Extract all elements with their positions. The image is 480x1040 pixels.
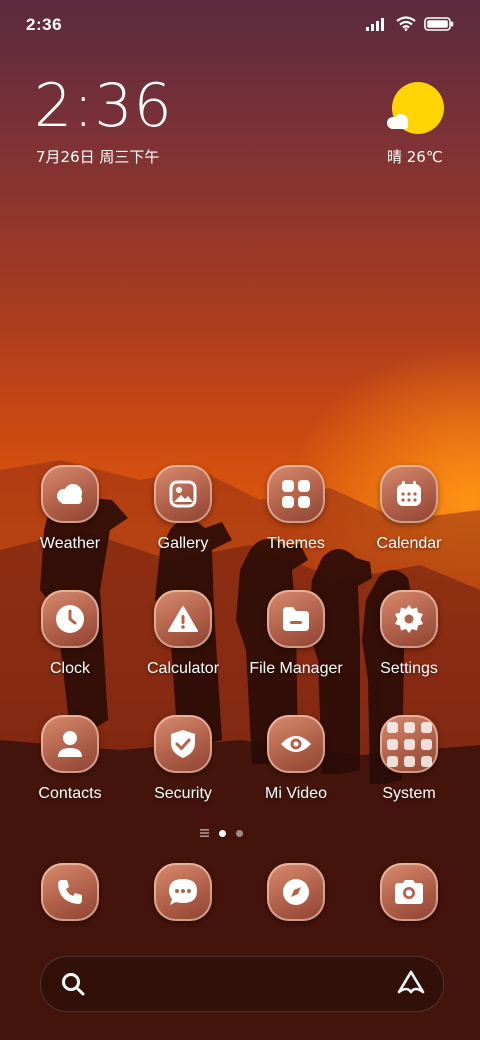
app-label: Calendar [376,535,442,552]
warning-icon [168,606,198,632]
calendar-icon [397,481,421,506]
status-icons [366,16,454,31]
app-weather-tile[interactable] [41,465,99,523]
page-dot-active [219,829,226,837]
app-weather[interactable]: Weather [15,465,125,553]
person-icon [58,731,82,757]
app-security[interactable]: Security [128,715,238,803]
camera-icon [395,880,423,904]
clock-widget-time[interactable]: 2:36 [34,76,173,136]
page-dot [236,829,243,837]
app-settings[interactable]: Settings [354,590,464,678]
folder-grid-icon [386,721,432,767]
image-icon [169,480,197,508]
status-bar: 2:36 [0,0,480,50]
compass-icon [283,879,309,905]
status-time: 2:36 [26,15,63,34]
dock-browser[interactable] [241,863,351,921]
cloud-icon [387,114,408,129]
app-contacts[interactable]: Contacts [15,715,125,803]
wifi-icon [396,16,416,31]
app-mi-video-tile[interactable] [267,715,325,773]
app-calendar[interactable]: Calendar [354,465,464,553]
app-label: Mi Video [265,785,327,802]
app-system-folder[interactable]: System [354,715,464,803]
app-system-folder-tile[interactable] [380,715,438,773]
app-label: File Manager [249,660,343,677]
assistant-icon[interactable] [397,970,425,996]
app-clock-tile[interactable] [41,590,99,648]
dock-phone-tile[interactable] [41,863,99,921]
app-themes[interactable]: Themes [241,465,351,553]
battery-icon [424,16,454,31]
app-label: Gallery [157,535,209,552]
dock-messages-tile[interactable] [154,863,212,921]
clock-icon [56,605,84,633]
app-label: System [382,785,436,802]
app-file-manager[interactable]: File Manager [241,590,351,678]
phone-icon [58,880,82,904]
dock-phone[interactable] [15,863,125,921]
app-calculator-tile[interactable] [154,590,212,648]
search-icon[interactable] [61,972,85,996]
grid-icon [282,480,310,508]
cloud-icon [57,484,82,504]
app-file-manager-tile[interactable] [267,590,325,648]
app-security-tile[interactable] [154,715,212,773]
signal-icon [366,17,384,31]
message-icon [169,879,197,905]
app-clock[interactable]: Clock [15,590,125,678]
app-themes-tile[interactable] [267,465,325,523]
search-bar[interactable] [40,956,444,1012]
app-label: Weather [39,535,101,552]
dock-camera-tile[interactable] [380,863,438,921]
shield-check-icon [171,730,195,758]
app-calendar-tile[interactable] [380,465,438,523]
app-contacts-tile[interactable] [41,715,99,773]
dock-messages[interactable] [128,863,238,921]
weather-text: 晴 26℃ [387,148,443,166]
eye-icon [281,736,311,752]
app-gallery-tile[interactable] [154,465,212,523]
app-label: Settings [380,660,438,677]
app-gallery[interactable]: Gallery [128,465,238,553]
weather-widget[interactable]: 晴 26℃ [384,82,450,172]
folder-icon [283,607,309,631]
app-label: Clock [49,660,90,677]
menu-lines-icon [200,829,209,837]
app-calculator[interactable]: Calculator [128,590,238,678]
app-label: Contacts [38,785,102,802]
page-indicator[interactable] [200,829,243,837]
app-label: Calculator [146,660,220,677]
dock-camera[interactable] [354,863,464,921]
clock-widget-date: 7月26日 周三下午 [36,148,160,166]
dock-browser-tile[interactable] [267,863,325,921]
app-settings-tile[interactable] [380,590,438,648]
app-mi-video[interactable]: Mi Video [241,715,351,803]
app-label: Security [154,785,212,802]
app-label: Themes [267,535,325,552]
gear-icon [395,605,423,633]
